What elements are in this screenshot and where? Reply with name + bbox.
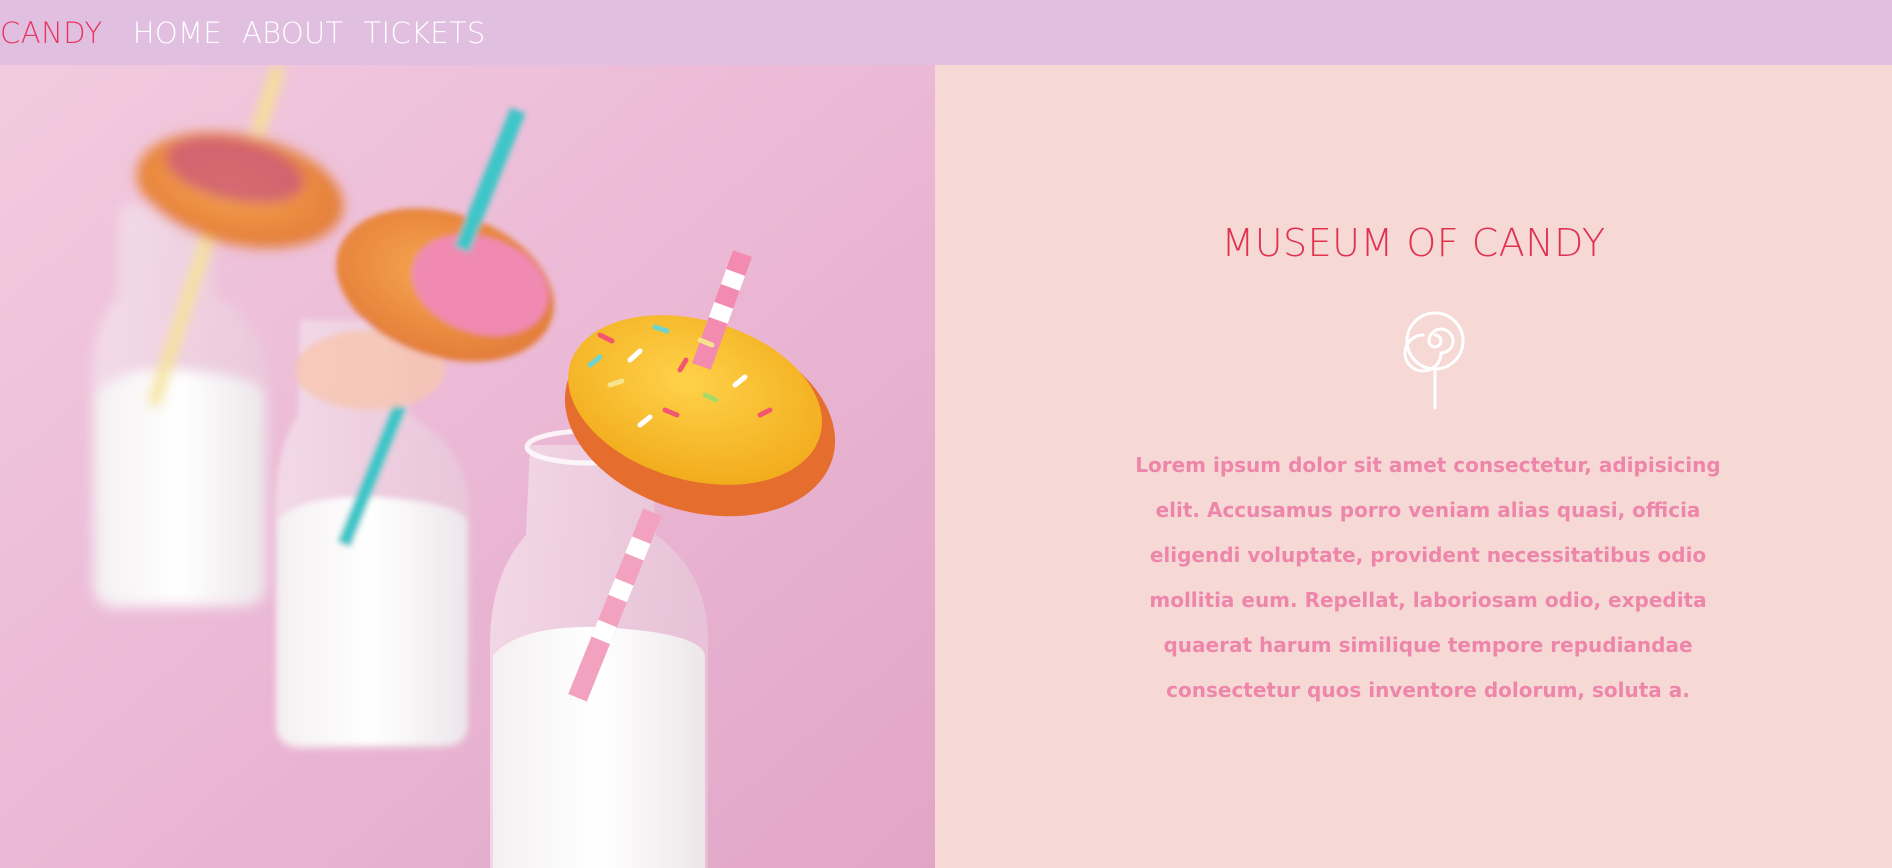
page-title: MUSEUM OF CANDY [1221, 221, 1606, 265]
hero-image [0, 65, 935, 868]
top-navbar: CANDY HOME ABOUT TICKETS [0, 0, 1892, 65]
info-panel: MUSEUM OF CANDY Lorem ipsum dolor sit am… [935, 65, 1892, 868]
donuts-and-milk-bottles-photo [0, 65, 935, 868]
nav-links: HOME ABOUT TICKETS [133, 16, 506, 50]
nav-link-about[interactable]: ABOUT [242, 16, 344, 50]
brand-logo-link[interactable]: CANDY [0, 16, 103, 50]
lollipop-icon [1403, 311, 1465, 410]
nav-link-tickets[interactable]: TICKETS [364, 16, 486, 50]
nav-link-home[interactable]: HOME [133, 16, 222, 50]
museum-description: Lorem ipsum dolor sit amet consectetur, … [1135, 453, 1721, 702]
